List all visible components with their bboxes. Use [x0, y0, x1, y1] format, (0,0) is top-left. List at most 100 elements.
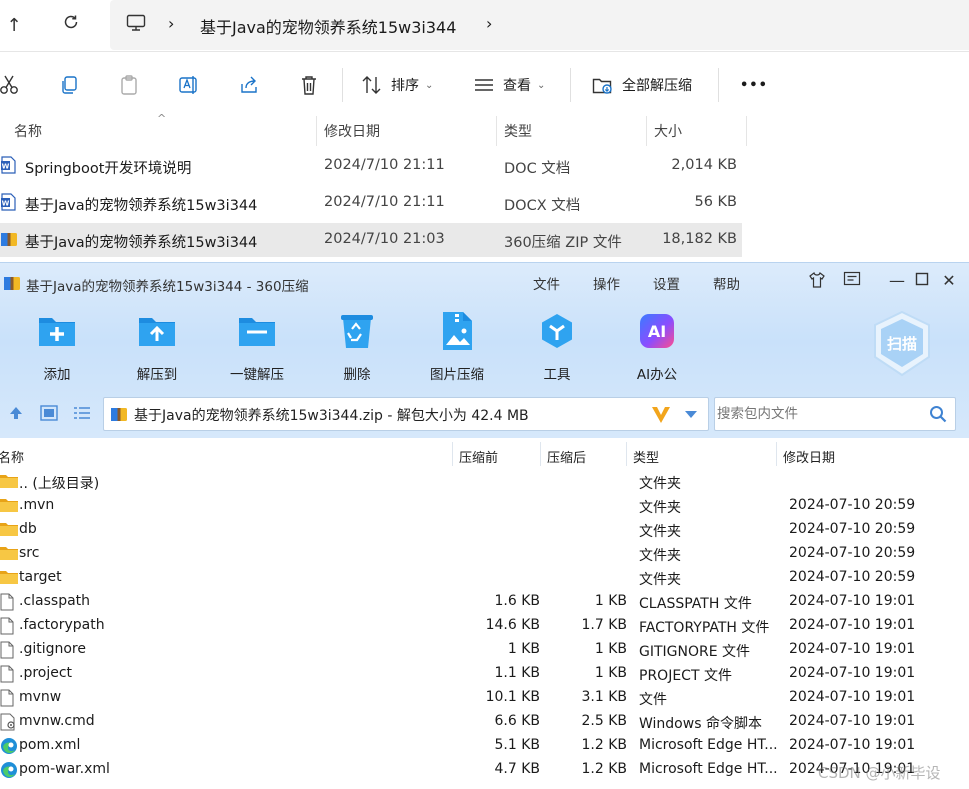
column-type[interactable]: 类型	[504, 121, 532, 141]
entry-name: .gitignore	[19, 641, 86, 657]
column-divider[interactable]	[316, 116, 317, 146]
search-input[interactable]	[717, 402, 917, 426]
size-before: 6.6 KB	[494, 713, 541, 729]
image-compress-button[interactable]: 图片压缩	[419, 311, 495, 383]
tools-button[interactable]: 工具	[519, 311, 595, 383]
refresh-icon[interactable]	[57, 12, 85, 40]
archive-path-field[interactable]: 基于Java的宠物领养系统15w3i344.zip - 解包大小为 42.4 M…	[103, 397, 709, 431]
menu-file[interactable]: 文件	[533, 273, 560, 293]
add-button[interactable]: 添加	[19, 311, 95, 383]
archive-row[interactable]: .classpath 1.6 KB 1 KB CLASSPATH 文件 2024-07-…	[0, 590, 935, 614]
entry-name: target	[19, 569, 62, 585]
recycle-bin-icon	[337, 311, 377, 351]
column-type[interactable]: 类型	[633, 447, 659, 466]
word-doc-icon: W	[0, 156, 18, 176]
archive-row[interactable]: mvnw.cmd 6.6 KB 2.5 KB Windows 命令脚本 2024-07-…	[0, 710, 935, 734]
entry-type: 文件夹	[639, 524, 681, 540]
feedback-icon[interactable]	[842, 271, 862, 291]
size-before: 1 KB	[507, 641, 540, 657]
close-icon[interactable]: ✕	[939, 271, 959, 291]
breadcrumb-item[interactable]: 基于Java的宠物领养系统15w3i344	[200, 14, 456, 38]
search-icon[interactable]	[929, 405, 947, 427]
file-row[interactable]: 基于Java的宠物领养系统15w3i344 2024/7/10 21:03 360压…	[0, 223, 742, 257]
archive-row[interactable]: .. (上级目录) 文件夹	[0, 470, 935, 494]
thumbnail-view-icon[interactable]	[40, 405, 58, 425]
column-name[interactable]: 名称	[0, 447, 24, 466]
column-divider[interactable]	[646, 116, 647, 146]
breadcrumb-chevron-icon[interactable]: ›	[486, 14, 492, 33]
skin-shirt-icon[interactable]	[807, 271, 827, 291]
archive-row[interactable]: .project 1.1 KB 1 KB PROJECT 文件 2024-07-10 1…	[0, 662, 935, 686]
entry-name: .factorypath	[19, 617, 105, 633]
dropdown-arrow-icon[interactable]	[684, 406, 698, 425]
folder-icon	[0, 473, 18, 491]
entry-type: Windows 命令脚本	[639, 716, 762, 732]
list-view-icon[interactable]	[73, 405, 91, 425]
up-arrow-icon[interactable]: ↑	[0, 12, 28, 40]
minimize-icon[interactable]: —	[887, 271, 907, 291]
view-button[interactable]: 查看 ⌄	[473, 70, 545, 100]
delete-button[interactable]: 删除	[319, 311, 395, 383]
v-logo-icon[interactable]	[650, 403, 672, 429]
archive-row[interactable]: mvnw 10.1 KB 3.1 KB 文件 2024-07-10 19:01	[0, 686, 935, 710]
archive-path-text: 基于Java的宠物领养系统15w3i344.zip - 解包大小为 42.4 M…	[134, 408, 529, 424]
menu-settings[interactable]: 设置	[653, 273, 680, 293]
archive-row[interactable]: pom.xml 5.1 KB 1.2 KB Microsoft Edge HT... 2…	[0, 734, 935, 758]
archive-row[interactable]: .factorypath 14.6 KB 1.7 KB FACTORYPATH 文件 2…	[0, 614, 935, 638]
rename-icon[interactable]	[176, 72, 202, 98]
copy-icon[interactable]	[56, 72, 82, 98]
size-after: 1 KB	[594, 593, 627, 609]
archive-row[interactable]: .mvn 文件夹 2024-07-10 20:59	[0, 494, 935, 518]
column-divider[interactable]	[746, 116, 747, 146]
column-divider[interactable]	[496, 116, 497, 146]
file-row[interactable]: W Springboot开发环境说明 2024/7/10 21:11 DOC 文档 2,…	[0, 149, 742, 183]
entry-name: .classpath	[19, 593, 91, 609]
archive-row[interactable]: target 文件夹 2024-07-10 20:59	[0, 566, 935, 590]
vertical-scrollbar[interactable]	[935, 468, 969, 789]
archive-row[interactable]: db 文件夹 2024-07-10 20:59	[0, 518, 935, 542]
archive-search-box[interactable]	[714, 397, 956, 431]
column-date[interactable]: 修改日期	[783, 447, 835, 466]
breadcrumb[interactable]: › 基于Java的宠物领养系统15w3i344 ›	[110, 0, 969, 50]
entry-name: .project	[19, 665, 73, 681]
column-divider[interactable]	[776, 442, 777, 466]
file-date: 2024/7/10 21:11	[324, 157, 445, 173]
column-divider[interactable]	[452, 442, 453, 466]
add-label: 添加	[43, 367, 71, 383]
zip-archive-icon	[110, 405, 128, 427]
one-click-extract-button[interactable]: 一键解压	[219, 311, 295, 383]
extract-all-button[interactable]: 全部解压缩	[592, 70, 692, 100]
ai-office-button[interactable]: AI AI办公	[619, 311, 695, 383]
scan-button[interactable]: 扫描	[870, 309, 934, 379]
tools-label: 工具	[543, 367, 571, 383]
share-icon[interactable]	[236, 72, 262, 98]
column-divider[interactable]	[540, 442, 541, 466]
menu-operation[interactable]: 操作	[593, 273, 620, 293]
maximize-icon[interactable]	[912, 271, 932, 291]
archive-row[interactable]: pom-war.xml 4.7 KB 1.2 KB Microsoft Edge HT…	[0, 758, 935, 782]
one-click-extract-icon	[237, 311, 277, 351]
column-after[interactable]: 压缩后	[547, 447, 586, 466]
column-divider[interactable]	[626, 442, 627, 466]
extract-to-button[interactable]: 解压到	[119, 311, 195, 383]
up-folder-arrow-icon[interactable]	[8, 405, 24, 425]
column-size[interactable]: 大小	[654, 121, 682, 141]
column-date[interactable]: 修改日期	[324, 121, 380, 141]
sort-button[interactable]: 排序 ⌄	[361, 70, 433, 100]
cut-icon[interactable]	[0, 72, 22, 98]
column-name[interactable]: 名称	[14, 121, 42, 141]
entry-date: 2024-07-10 19:01	[789, 641, 916, 657]
archive-row[interactable]: .gitignore 1 KB 1 KB GITIGNORE 文件 2024-07-10…	[0, 638, 935, 662]
delete-icon[interactable]	[296, 72, 322, 98]
view-label: 查看	[503, 78, 531, 94]
file-name: Springboot开发环境说明	[25, 161, 192, 177]
column-before[interactable]: 压缩前	[459, 447, 498, 466]
file-size: 18,182 KB	[662, 231, 737, 247]
more-options-button[interactable]: •••	[740, 70, 768, 100]
paste-icon[interactable]	[116, 72, 142, 98]
archive-row[interactable]: src 文件夹 2024-07-10 20:59	[0, 542, 935, 566]
menu-help[interactable]: 帮助	[713, 273, 740, 293]
entry-date: 2024-07-10 19:01	[789, 665, 916, 681]
chevron-down-icon: ⌄	[425, 79, 434, 91]
file-row[interactable]: W 基于Java的宠物领养系统15w3i344 2024/7/10 21:11 DOC…	[0, 186, 742, 220]
